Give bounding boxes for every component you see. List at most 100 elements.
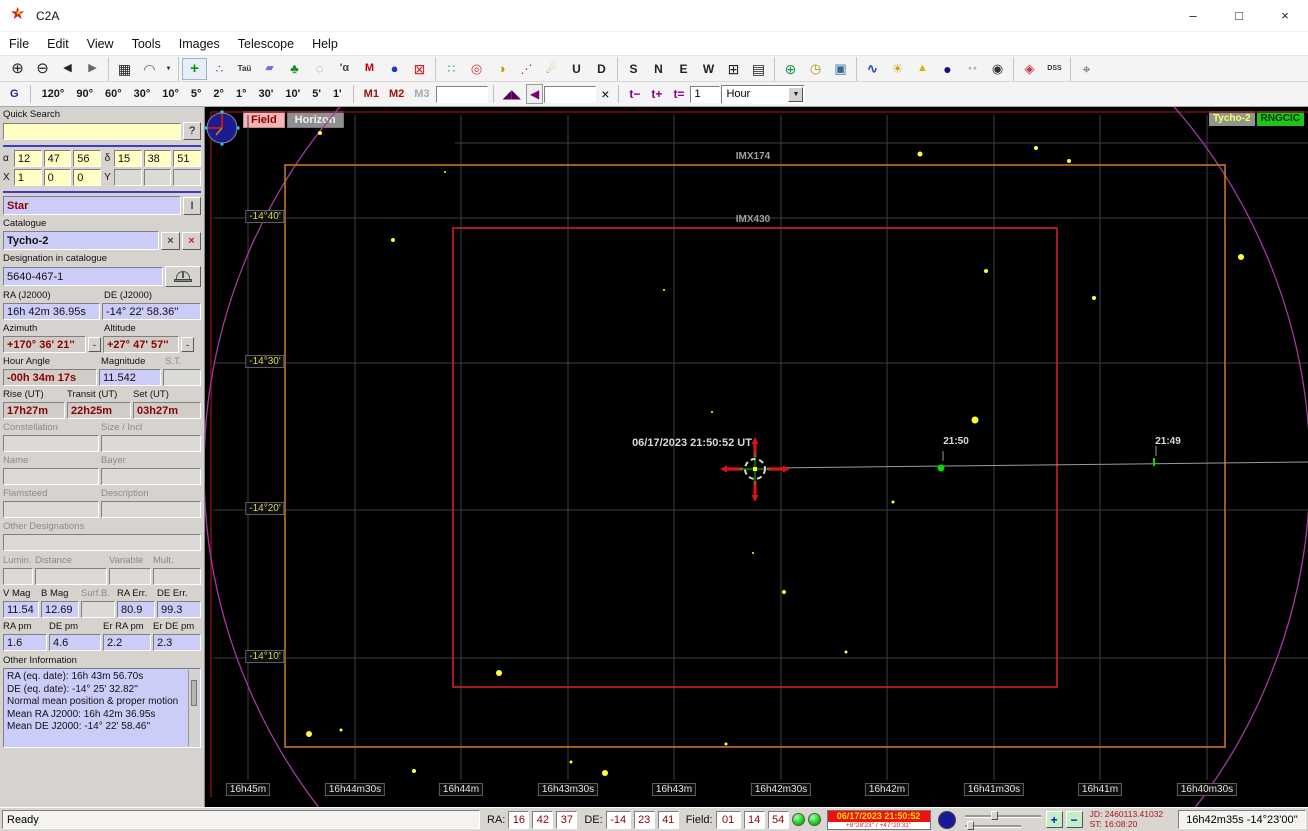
menu-telescope[interactable]: Telescope <box>229 32 303 56</box>
de-m-field[interactable]: 38 <box>143 150 172 167</box>
fov-30min[interactable]: 30' <box>252 84 279 104</box>
clear-search-button[interactable]: × <box>597 84 614 104</box>
fov-5min[interactable]: 5' <box>306 84 327 104</box>
chevron-down-icon[interactable]: ▼ <box>788 86 804 102</box>
field-s-status[interactable]: 54 <box>767 810 789 829</box>
x3-field[interactable]: 0 <box>73 169 101 186</box>
other-information-box[interactable]: RA (eq. date): 16h 43m 56.70s DE (eq. dat… <box>3 668 201 748</box>
star[interactable] <box>663 289 665 291</box>
night-button[interactable]: ● <box>935 58 960 80</box>
star[interactable] <box>752 552 754 554</box>
sky-chart[interactable]: Field Horizon Tycho-2 RNGCIC 16h45m 16h44… <box>205 107 1308 807</box>
cluster-button[interactable]: ∷ <box>439 58 464 80</box>
field-position-button[interactable]: + <box>182 57 207 80</box>
menu-help[interactable]: Help <box>303 32 347 56</box>
menu-edit[interactable]: Edit <box>38 32 78 56</box>
fov-60deg[interactable]: 60° <box>99 84 128 104</box>
menu-file[interactable]: File <box>0 32 38 56</box>
object-search-input[interactable] <box>544 85 597 103</box>
north-button[interactable]: N <box>646 58 671 80</box>
star[interactable] <box>602 770 608 776</box>
messier-button[interactable]: M <box>357 58 382 80</box>
dome-dropdown-button[interactable]: ▼ <box>162 58 175 80</box>
scrollbar[interactable] <box>188 670 199 746</box>
deep-sky-button[interactable]: ● <box>382 58 407 80</box>
fov-90deg[interactable]: 90° <box>70 84 99 104</box>
mark-m3-button[interactable]: M3 <box>409 84 434 104</box>
altitude-more-button[interactable]: - <box>181 337 194 352</box>
datetime-display[interactable]: 06/17/2023 21:50:52 +8°28'23'' / +47°20'… <box>826 809 931 830</box>
fov-1deg[interactable]: 1° <box>230 84 253 104</box>
horizon-landscape-button[interactable]: ♣ <box>282 58 307 80</box>
west-button[interactable]: W <box>696 58 721 80</box>
back-button[interactable]: ◀ <box>55 58 80 80</box>
pan-button[interactable]: ⊞ <box>721 58 746 80</box>
de-s-status[interactable]: 41 <box>657 810 679 829</box>
time-set-button[interactable]: t= <box>668 87 689 101</box>
ngc-pattern-button[interactable]: ⊠ <box>407 58 432 80</box>
star[interactable] <box>318 131 322 135</box>
star[interactable] <box>391 238 395 242</box>
star[interactable] <box>412 769 416 773</box>
mark-m1-button[interactable]: M1 <box>359 84 384 104</box>
fov-10min[interactable]: 10' <box>279 84 306 104</box>
goto-dome-button[interactable] <box>165 266 201 287</box>
de-d-status[interactable]: -14 <box>605 810 631 829</box>
dome-button[interactable]: ◠ <box>137 58 162 80</box>
menu-images[interactable]: Images <box>170 32 229 56</box>
menu-tools[interactable]: Tools <box>123 32 170 56</box>
star[interactable] <box>1238 254 1244 260</box>
azimuth-more-button[interactable]: - <box>88 337 101 352</box>
zoom-out-button[interactable]: ⊖ <box>30 58 55 80</box>
camera-button[interactable]: ◉ <box>985 58 1010 80</box>
y3-field[interactable] <box>173 169 201 186</box>
x1-field[interactable]: 1 <box>13 169 42 186</box>
zoom-minus-button[interactable]: − <box>1065 811 1083 828</box>
satellite-trail-button[interactable]: ∘∘ <box>960 58 985 80</box>
star[interactable] <box>724 742 728 746</box>
star[interactable] <box>844 650 848 654</box>
ellipse-button[interactable]: ◌ <box>307 58 332 80</box>
wave-button[interactable]: ∿ <box>860 58 885 80</box>
zoom-plus-button[interactable]: + <box>1045 811 1063 828</box>
clock-button[interactable]: ◷ <box>803 58 828 80</box>
zoom-sliders[interactable] <box>964 810 1043 830</box>
mark-m2-button[interactable]: M2 <box>384 84 409 104</box>
ephemeris-panel-button[interactable]: ▣ <box>828 58 853 80</box>
minimize-button[interactable]: – <box>1170 0 1216 32</box>
horizon-fill-button[interactable]: ▤ <box>746 58 771 80</box>
star-names-button[interactable]: 'α <box>332 58 357 80</box>
comet-button[interactable]: ☄ <box>539 58 564 80</box>
star[interactable] <box>339 728 343 732</box>
object-info-button[interactable]: I <box>183 196 201 215</box>
trajectory-point[interactable] <box>937 464 945 472</box>
time-minus-button[interactable]: t− <box>624 87 645 101</box>
star[interactable] <box>444 171 446 173</box>
designation-field[interactable]: 5640-467-1 <box>3 267 163 286</box>
field-d-status[interactable]: 01 <box>715 810 741 829</box>
y2-field[interactable] <box>143 169 172 186</box>
time-plus-button[interactable]: t+ <box>646 87 667 101</box>
star[interactable] <box>496 670 502 676</box>
earth-button[interactable]: ⊕ <box>778 58 803 80</box>
galaxy-button[interactable]: ◎ <box>464 58 489 80</box>
constellation-names-button[interactable]: Taü <box>232 58 257 80</box>
fov-5deg[interactable]: 5° <box>185 84 208 104</box>
x2-field[interactable]: 0 <box>43 169 72 186</box>
east-button[interactable]: E <box>671 58 696 80</box>
star[interactable] <box>306 731 312 737</box>
close-button[interactable]: × <box>1262 0 1308 32</box>
fov-120deg[interactable]: 120° <box>36 84 71 104</box>
star[interactable] <box>917 151 923 157</box>
search-help-button[interactable]: ? <box>183 122 201 140</box>
catalogue-field[interactable]: Tycho-2 <box>3 231 159 250</box>
star[interactable] <box>1067 159 1071 163</box>
star[interactable] <box>1092 296 1096 300</box>
catalogue-prev-button[interactable]: × <box>161 231 180 250</box>
de-d-field[interactable]: 15 <box>113 150 142 167</box>
fov-10deg[interactable]: 10° <box>156 84 185 104</box>
sunrise-button[interactable]: ▲ <box>910 58 935 80</box>
constellation-bounds-button[interactable]: ▰ <box>257 58 282 80</box>
star[interactable] <box>891 500 895 504</box>
ra-m-status[interactable]: 42 <box>532 810 554 829</box>
